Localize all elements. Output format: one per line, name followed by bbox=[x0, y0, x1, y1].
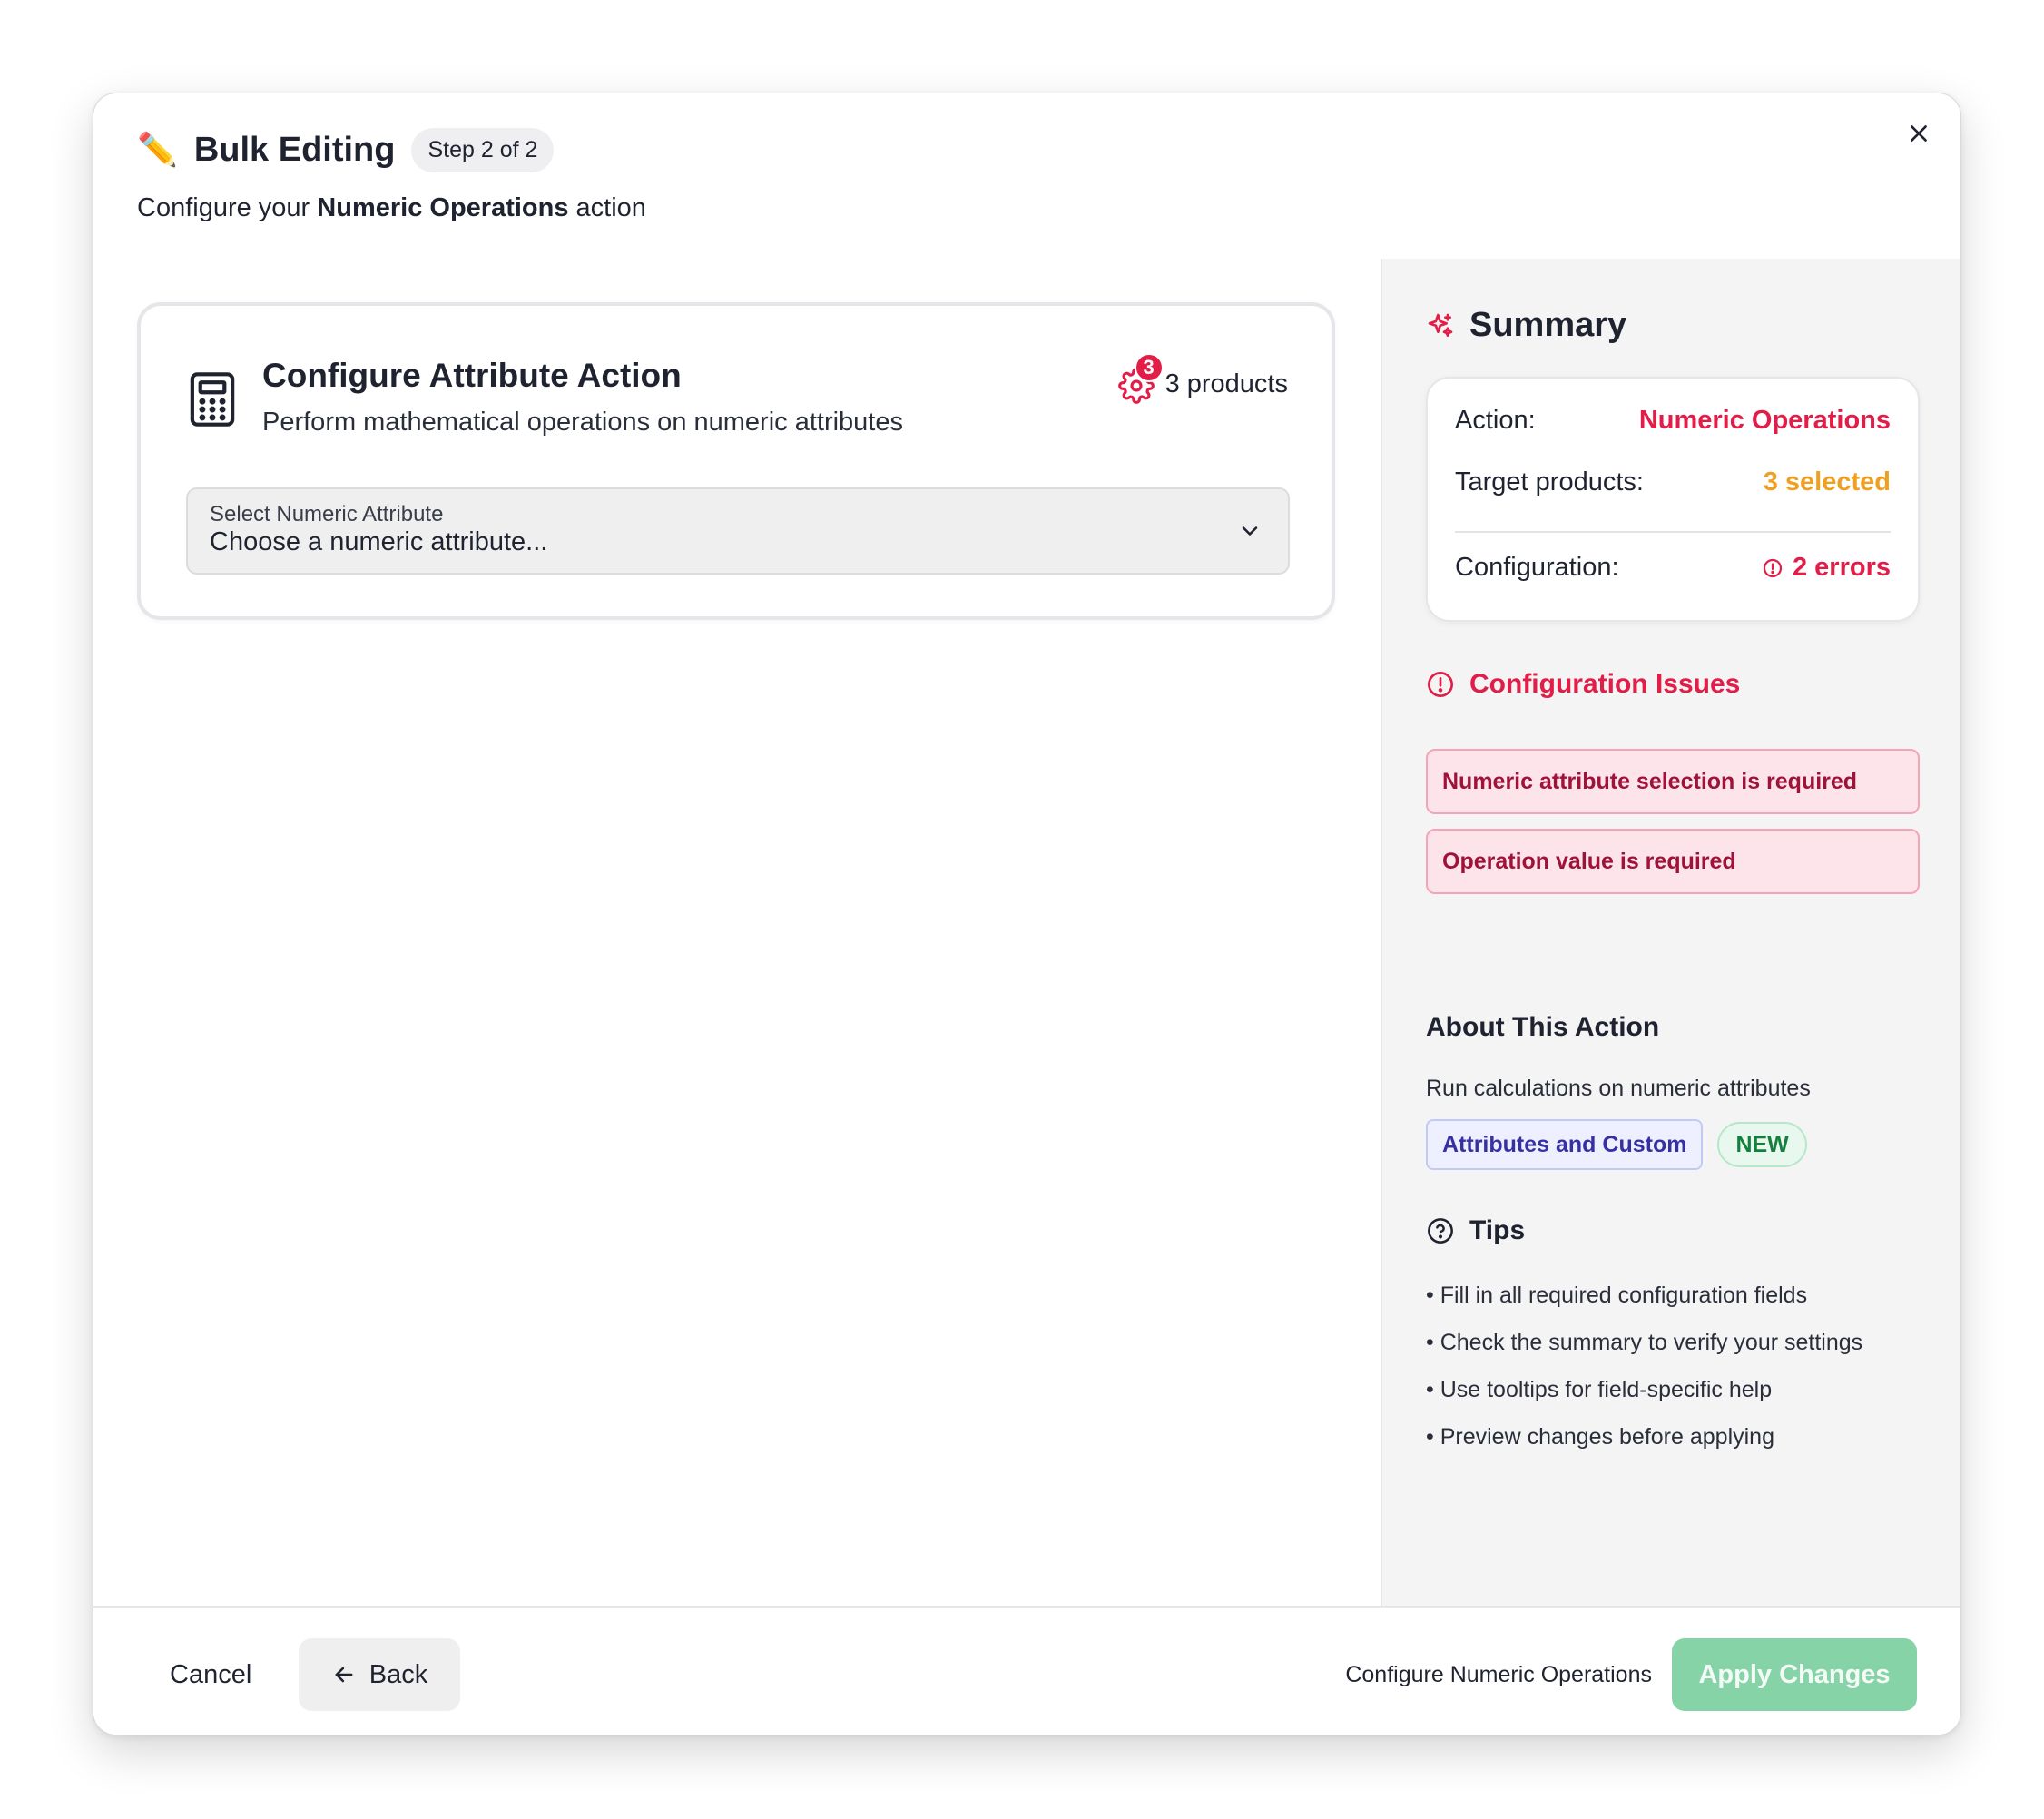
summary-divider bbox=[1455, 531, 1891, 533]
summary-errors-text: 2 errors bbox=[1792, 553, 1891, 582]
summary-heading: Summary bbox=[1426, 306, 1626, 345]
alert-circle-icon bbox=[1428, 672, 1453, 697]
select-label: Select Numeric Attribute bbox=[210, 502, 444, 526]
summary-target-value: 3 selected bbox=[1763, 467, 1891, 497]
cancel-button[interactable]: Cancel bbox=[148, 1638, 273, 1711]
category-tag: Attributes and Custom bbox=[1426, 1119, 1704, 1170]
close-button[interactable] bbox=[1899, 113, 1939, 153]
footer-hint: Configure Numeric Operations bbox=[1345, 1661, 1652, 1687]
numeric-attribute-select[interactable]: Select Numeric Attribute Choose a numeri… bbox=[186, 487, 1290, 575]
products-count: 3 3 products bbox=[1117, 353, 1288, 404]
summary-card: Action: Numeric Operations Target produc… bbox=[1426, 377, 1920, 622]
tip-item: Check the summary to verify your setting… bbox=[1426, 1319, 1862, 1366]
summary-configuration-value: 2 errors bbox=[1762, 553, 1891, 583]
subtitle-suffix: action bbox=[568, 193, 646, 222]
apply-changes-button[interactable]: Apply Changes bbox=[1672, 1638, 1917, 1711]
about-title: About This Action bbox=[1426, 1012, 1660, 1042]
tip-item: Fill in all required configuration field… bbox=[1426, 1272, 1862, 1319]
issue-item: Numeric attribute selection is required bbox=[1426, 749, 1920, 814]
issues-heading: Configuration Issues bbox=[1426, 669, 1740, 700]
configure-attribute-card: Configure Attribute Action Perform mathe… bbox=[137, 302, 1335, 620]
new-badge: NEW bbox=[1717, 1122, 1807, 1167]
card-title: Configure Attribute Action bbox=[262, 357, 682, 394]
subtitle-action-name: Numeric Operations bbox=[317, 193, 569, 222]
summary-configuration-label: Configuration: bbox=[1455, 553, 1619, 582]
alert-circle-icon bbox=[1763, 558, 1783, 577]
bulk-editing-dialog: ✏️ Bulk Editing Step 2 of 2 Configure yo… bbox=[93, 93, 1961, 1735]
tips-heading: Tips bbox=[1426, 1215, 1525, 1246]
about-tags: Attributes and Custom NEW bbox=[1426, 1119, 1807, 1170]
products-label: 3 products bbox=[1164, 369, 1288, 398]
summary-panel: Summary Action: Numeric Operations Targe… bbox=[1381, 259, 1960, 1606]
help-circle-icon bbox=[1428, 1218, 1453, 1244]
summary-row-action: Action: Numeric Operations bbox=[1455, 406, 1891, 436]
card-description: Perform mathematical operations on numer… bbox=[262, 408, 903, 437]
select-value: Choose a numeric attribute... bbox=[210, 527, 548, 556]
arrow-left-icon bbox=[335, 1667, 353, 1683]
subtitle-prefix: Configure your bbox=[137, 193, 318, 222]
issues-title: Configuration Issues bbox=[1469, 669, 1741, 699]
dialog-subtitle: Configure your Numeric Operations action bbox=[137, 193, 646, 223]
tip-item: Use tooltips for field-specific help bbox=[1426, 1366, 1862, 1413]
products-gear: 3 bbox=[1117, 353, 1164, 404]
tip-item: Preview changes before applying bbox=[1426, 1413, 1862, 1460]
chevron-down-icon bbox=[1242, 526, 1258, 536]
calculator-icon bbox=[190, 372, 235, 427]
step-badge: Step 2 of 2 bbox=[411, 127, 555, 172]
title-row: ✏️ Bulk Editing Step 2 of 2 bbox=[137, 124, 555, 175]
back-button[interactable]: Back bbox=[299, 1638, 460, 1711]
dialog-header: ✏️ Bulk Editing Step 2 of 2 Configure yo… bbox=[93, 93, 1960, 259]
summary-action-value: Numeric Operations bbox=[1638, 406, 1891, 435]
summary-target-label: Target products: bbox=[1455, 467, 1644, 497]
summary-action-label: Action: bbox=[1455, 406, 1536, 435]
summary-title: Summary bbox=[1469, 306, 1627, 344]
products-count-badge: 3 bbox=[1134, 353, 1164, 382]
issue-item: Operation value is required bbox=[1426, 829, 1920, 894]
pencil-icon: ✏️ bbox=[137, 131, 178, 168]
tips-title: Tips bbox=[1469, 1215, 1526, 1245]
sparkles-icon bbox=[1428, 313, 1453, 337]
summary-row-target: Target products: 3 selected bbox=[1455, 467, 1891, 497]
about-description: Run calculations on numeric attributes bbox=[1426, 1076, 1811, 1101]
dialog-footer: Cancel Back Configure Numeric Operations… bbox=[93, 1606, 1960, 1735]
back-label: Back bbox=[369, 1659, 428, 1689]
summary-row-configuration: Configuration: 2 errors bbox=[1455, 553, 1891, 583]
close-icon bbox=[1911, 125, 1927, 142]
tips-list: Fill in all required configuration field… bbox=[1426, 1272, 1862, 1460]
dialog-title: Bulk Editing bbox=[193, 130, 396, 169]
